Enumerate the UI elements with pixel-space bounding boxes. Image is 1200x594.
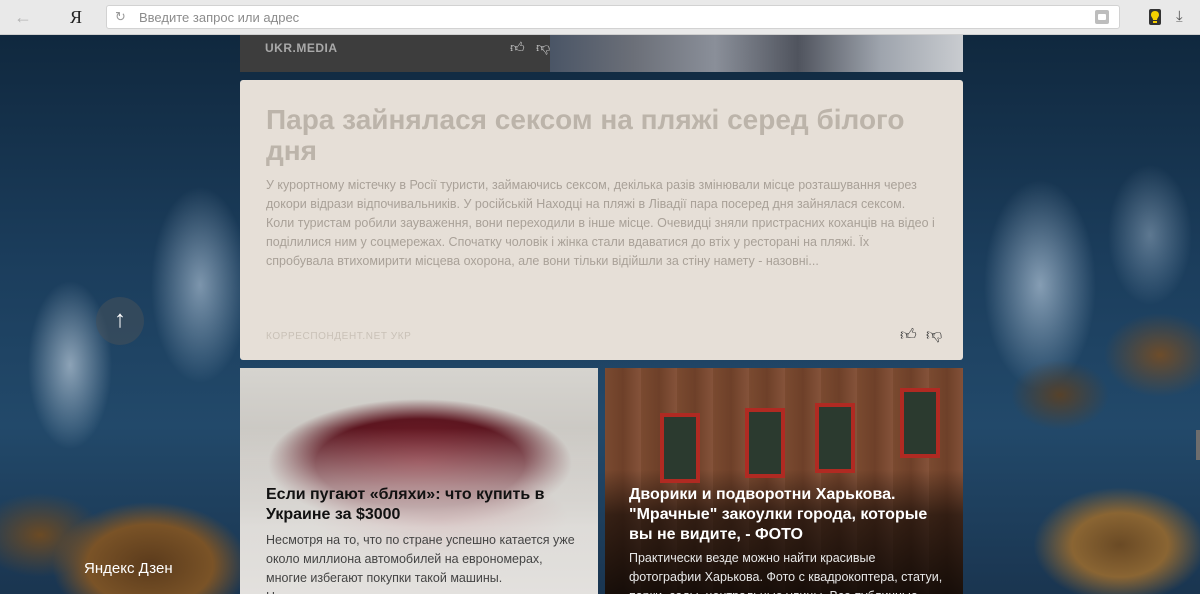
address-bar[interactable]: ↻ xyxy=(106,5,1120,29)
photo-window xyxy=(745,408,785,478)
feed-card-article[interactable]: Пара зайнялася сексом на пляжі серед біл… xyxy=(240,80,963,360)
card-title[interactable]: Пара зайнялася сексом на пляжі серед біл… xyxy=(266,104,926,166)
browser-toolbar: ← Я ↻ ⤓ xyxy=(0,0,1200,35)
thumbs-down-icon[interactable]: 👎︎ xyxy=(536,39,550,56)
card-snippet: Несмотря на то, что по стране успешно ка… xyxy=(266,533,575,594)
card-title[interactable]: Если пугают «бляхи»: что купить в Украин… xyxy=(266,485,566,525)
reload-icon[interactable]: ↻ xyxy=(115,9,126,25)
card-photo xyxy=(550,35,963,72)
lock-icon[interactable] xyxy=(1095,10,1109,24)
photo-window xyxy=(900,388,940,458)
zen-logo[interactable]: Яндекс Дзен xyxy=(84,560,173,577)
address-input[interactable] xyxy=(139,8,1079,26)
yandex-logo[interactable]: Я xyxy=(70,7,82,28)
feed-card-partial[interactable]: UKR.MEDIA 👍︎ 👎︎ xyxy=(240,35,963,72)
back-arrow-icon[interactable]: ← xyxy=(14,8,38,26)
thumbs-down-icon[interactable]: 👎︎ xyxy=(926,326,942,345)
card-source[interactable]: UKR.MEDIA xyxy=(265,41,338,55)
card-source[interactable]: КОРРЕСПОНДЕНТ.NET УКР xyxy=(266,331,411,342)
card-snippet: Практически везде можно найти красивые ф… xyxy=(629,551,943,594)
download-icon[interactable]: ⤓ xyxy=(1176,8,1183,25)
feed-card-house[interactable]: Дворики и подворотни Харькова. "Мрачные"… xyxy=(605,368,963,594)
card-snippet: У курортному містечку в Росії туристи, з… xyxy=(266,178,935,268)
arrow-up-icon: ↑ xyxy=(114,306,126,333)
scroll-up-button[interactable]: ↑ xyxy=(96,297,144,345)
photo-window xyxy=(660,413,700,483)
thumbs-up-icon[interactable]: 👍︎ xyxy=(510,39,525,56)
feed-card-car[interactable]: Если пугают «бляхи»: что купить в Украин… xyxy=(240,368,598,594)
scrollbar[interactable] xyxy=(1196,430,1200,460)
lightbulb-icon[interactable] xyxy=(1146,7,1164,27)
photo-window xyxy=(815,403,855,473)
thumbs-up-icon[interactable]: 👍︎ xyxy=(900,326,917,345)
card-title[interactable]: Дворики и подворотни Харькова. "Мрачные"… xyxy=(629,485,949,545)
